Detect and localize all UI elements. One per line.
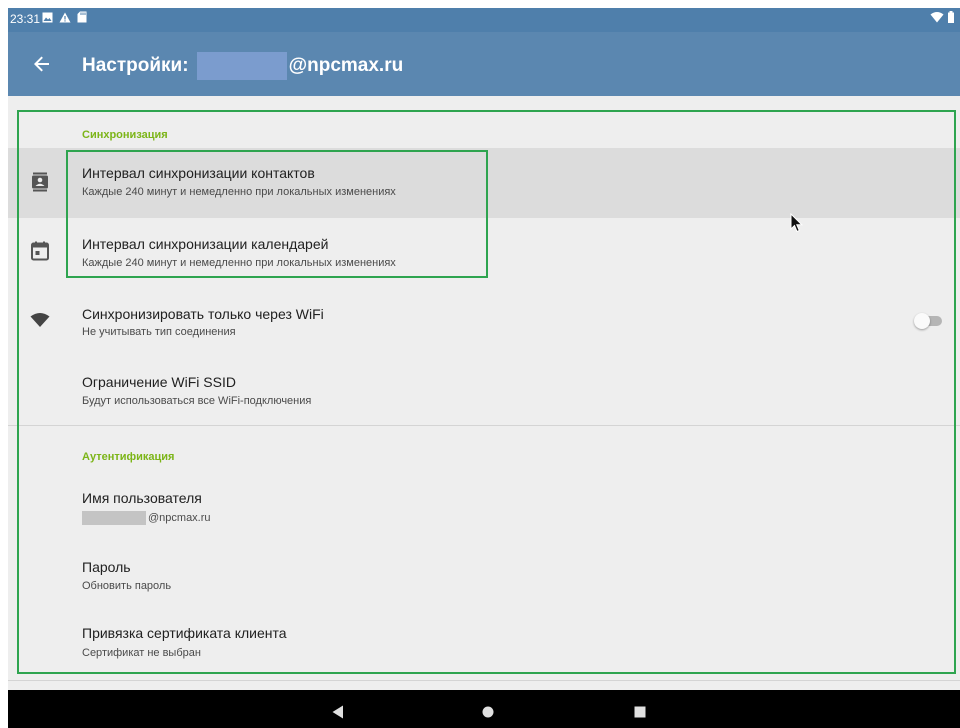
status-bar: 23:31	[8, 8, 960, 32]
redacted-account-name	[196, 52, 287, 80]
nav-home-button[interactable]	[478, 702, 498, 722]
pref-calendar-sync-interval[interactable]: Интервал синхронизации календарей Каждые…	[8, 218, 960, 286]
pref-summary: Будут использоваться все WiFi-подключени…	[82, 395, 312, 407]
battery-icon	[948, 11, 954, 23]
pref-title: Пароль	[82, 559, 131, 575]
contacts-icon	[28, 170, 52, 194]
status-right-icons	[930, 11, 954, 23]
pref-title: Привязка сертификата клиента	[82, 625, 287, 641]
wifi-only-toggle[interactable]	[914, 313, 944, 329]
back-triangle-icon	[332, 705, 343, 719]
navigation-bar	[8, 690, 960, 728]
status-time: 23:31	[10, 12, 41, 26]
section-header-sync: Синхронизация	[82, 129, 168, 141]
title-prefix: Настройки:	[82, 55, 189, 76]
pref-title: Ограничение WiFi SSID	[82, 374, 236, 390]
sd-card-icon	[77, 11, 87, 23]
page-title: Настройки: @npcmax.ru	[82, 52, 403, 80]
pref-title: Имя пользователя	[82, 490, 202, 506]
pref-wifi-ssid[interactable]: Ограничение WiFi SSID Будут использовать…	[8, 356, 960, 416]
wifi-icon	[28, 308, 52, 332]
recents-square-icon	[634, 706, 646, 718]
pref-summary: Не учитывать тип соединения	[82, 326, 236, 338]
section-header-auth: Аутентификация	[82, 451, 175, 463]
title-suffix: @npcmax.ru	[288, 55, 404, 76]
pref-summary: Обновить пароль	[82, 580, 172, 592]
toggle-thumb	[914, 313, 930, 329]
wifi-icon	[930, 12, 944, 23]
warning-icon	[59, 12, 71, 22]
pref-title: Интервал синхронизации контактов	[82, 165, 315, 181]
pref-title: Интервал синхронизации календарей	[82, 236, 329, 252]
home-circle-icon	[482, 706, 494, 718]
back-button[interactable]	[26, 48, 58, 80]
image-icon	[42, 12, 53, 22]
arrow-back-icon	[34, 56, 49, 72]
settings-list: Синхронизация Интервал синхронизации кон…	[8, 96, 960, 688]
app-bar: Настройки: @npcmax.ru	[8, 32, 960, 96]
pref-summary: Сертификат не выбран	[82, 647, 201, 659]
status-icons	[42, 11, 87, 23]
mouse-cursor-icon	[790, 212, 804, 238]
username-domain: @npcmax.ru	[148, 511, 211, 524]
section-divider	[8, 425, 960, 426]
nav-back-button[interactable]	[328, 702, 348, 722]
android-screen: 23:31 Настройки: @npcmax.ru Синхронизаци…	[8, 8, 960, 728]
pref-wifi-only[interactable]: Синхронизировать только через WiFi Не уч…	[8, 290, 960, 354]
pref-password[interactable]: Пароль Обновить пароль	[8, 542, 960, 602]
nav-recents-button[interactable]	[630, 702, 650, 722]
pref-contacts-sync-interval[interactable]: Интервал синхронизации контактов Каждые …	[8, 148, 960, 218]
pref-client-certificate[interactable]: Привязка сертификата клиента Сертификат …	[8, 608, 960, 670]
pref-summary: Каждые 240 минут и немедленно при локаль…	[82, 186, 396, 198]
pref-summary: @npcmax.ru	[82, 511, 211, 525]
pref-summary: Каждые 240 минут и немедленно при локаль…	[82, 257, 396, 269]
pref-username[interactable]: Имя пользователя @npcmax.ru	[8, 472, 960, 532]
calendar-icon	[28, 239, 52, 263]
bottom-divider	[8, 680, 960, 681]
pref-title: Синхронизировать только через WiFi	[82, 306, 324, 322]
redacted-username	[82, 511, 146, 525]
